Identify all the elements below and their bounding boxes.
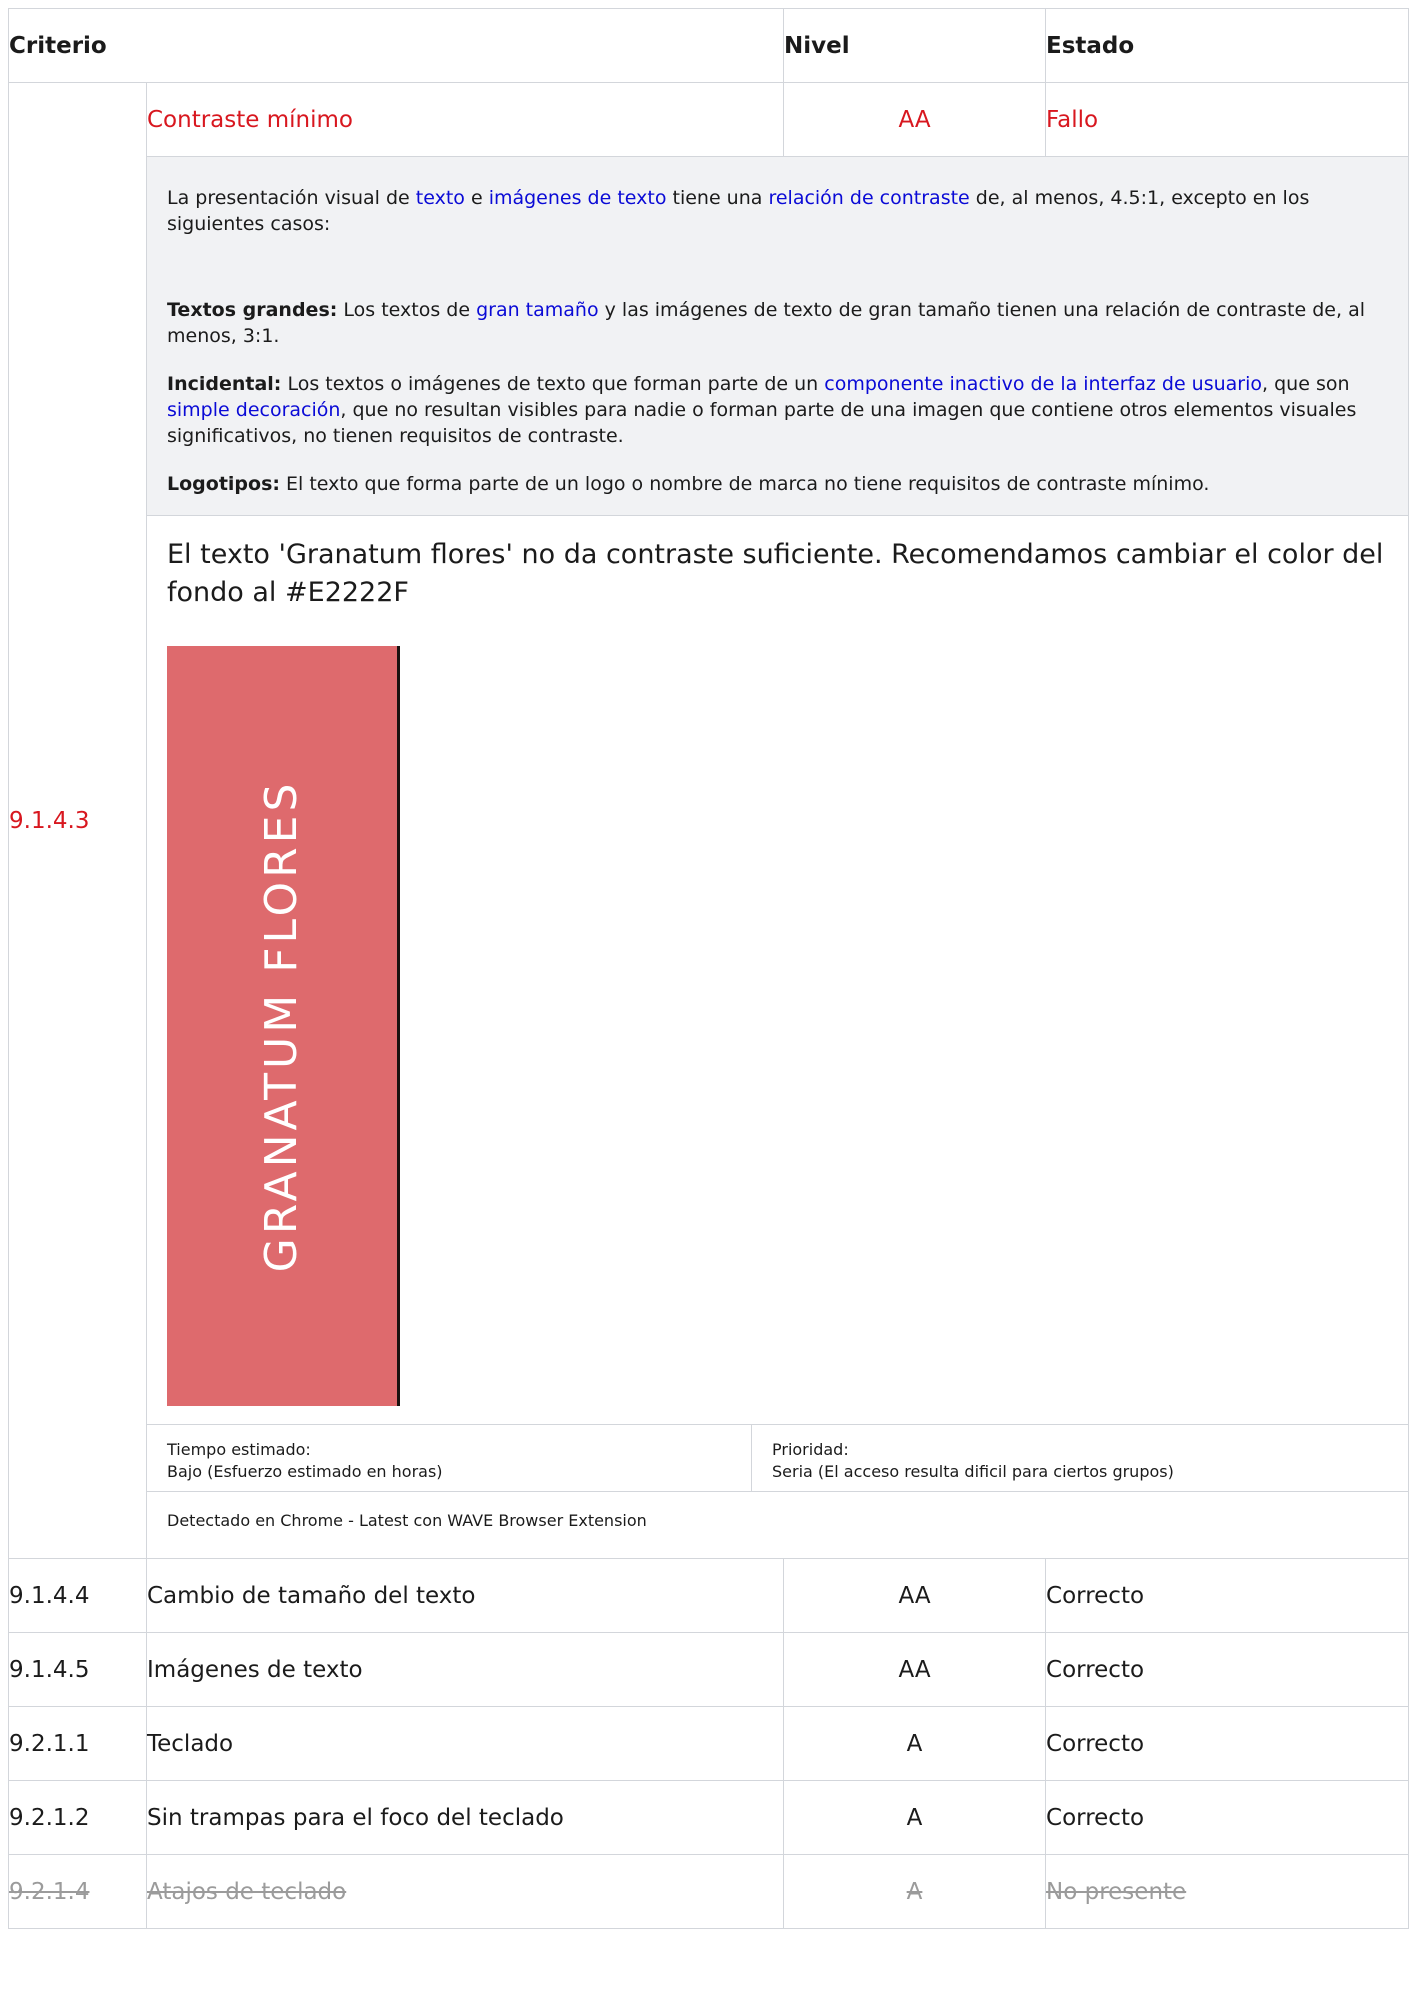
- priority-value: Seria (El acceso resulta dificil para ci…: [772, 1462, 1174, 1481]
- link-gran-tamano[interactable]: gran tamaño: [476, 299, 599, 321]
- estimated-time-value: Bajo (Esfuerzo estimado en horas): [167, 1462, 443, 1481]
- priority: Prioridad: Seria (El acceso resulta difi…: [752, 1425, 1408, 1491]
- desc-text: tiene una: [666, 187, 769, 209]
- criterion-level: A: [783, 1854, 1047, 1929]
- contrast-sample-image: GRANATUM FLORES: [167, 646, 400, 1406]
- finding-message: El texto 'Granatum flores' no da contras…: [167, 539, 1384, 608]
- criterion-name: Cambio de tamaño del texto: [145, 1558, 785, 1633]
- table-header-row: Criterio Nivel Estado: [7, 8, 1410, 83]
- criterion-code: 9.2.1.1: [8, 1706, 147, 1781]
- criteria-table: Criterio Nivel Estado 9.1.4.3 Contraste …: [7, 8, 1410, 1929]
- desc-label: Textos grandes:: [167, 299, 338, 321]
- finding-section: El texto 'Granatum flores' no da contras…: [147, 516, 1409, 1425]
- description-intro: La presentación visual de texto e imágen…: [167, 185, 1388, 237]
- table-row-failing[interactable]: 9.1.4.3 Contraste mínimo AA Fallo: [8, 82, 1410, 1559]
- desc-text: , que no resultan visibles para nadie o …: [167, 399, 1357, 447]
- criterion-code: 9.1.4.5: [8, 1632, 147, 1707]
- estimated-time-label: Tiempo estimado:: [167, 1440, 311, 1459]
- criterion-name: Sin trampas para el foco del teclado: [145, 1780, 785, 1855]
- criterion-state: Correcto: [1045, 1780, 1410, 1855]
- desc-label: Logotipos:: [167, 473, 280, 495]
- criterion-level: AA: [783, 1632, 1047, 1707]
- desc-text: Los textos de: [337, 299, 477, 321]
- failure-detail-row: La presentación visual de texto e imágen…: [9, 156, 1410, 1559]
- criterion-state: Correcto: [1045, 1632, 1410, 1707]
- criterion-name: Teclado: [145, 1706, 785, 1781]
- criterion-state-fail: Fallo: [1045, 82, 1410, 157]
- table-row-not-present[interactable]: 9.2.1.4 Atajos de teclado A No presente: [8, 1854, 1410, 1929]
- criterion-code: 9.1.4.3: [8, 82, 147, 1559]
- link-relacion-de-contraste[interactable]: relación de contraste: [768, 187, 969, 209]
- criterion-code: 9.2.1.2: [8, 1780, 147, 1855]
- criterion-description: La presentación visual de texto e imágen…: [147, 157, 1409, 516]
- description-large-text: Textos grandes: Los textos de gran tamañ…: [167, 297, 1388, 349]
- criterion-level: A: [783, 1780, 1047, 1855]
- desc-text: La presentación visual de: [167, 187, 416, 209]
- detected-in: Detectado en Chrome - Latest con WAVE Br…: [167, 1511, 647, 1530]
- header-level: Nivel: [783, 8, 1047, 83]
- criterion-name: Atajos de teclado: [145, 1854, 785, 1929]
- failure-detail-panel: La presentación visual de texto e imágen…: [145, 156, 1410, 1559]
- criterion-code: 9.1.4.4: [8, 1558, 147, 1633]
- header-state: Estado: [1045, 8, 1410, 83]
- criterion-state: Correcto: [1045, 1558, 1410, 1633]
- description-incidental: Incidental: Los textos o imágenes de tex…: [167, 371, 1388, 449]
- criterion-state: No presente: [1045, 1854, 1410, 1929]
- table-row[interactable]: 9.2.1.2 Sin trampas para el foco del tec…: [8, 1780, 1410, 1855]
- table-row[interactable]: 9.1.4.5 Imágenes de texto AA Correcto: [8, 1632, 1410, 1707]
- accessibility-report: Criterio Nivel Estado 9.1.4.3 Contraste …: [7, 8, 1410, 1929]
- criterion-name: Imágenes de texto: [145, 1632, 785, 1707]
- desc-text: Los textos o imágenes de texto que forma…: [281, 373, 825, 395]
- desc-text: , que son: [1262, 373, 1350, 395]
- table-row[interactable]: 9.1.4.4 Cambio de tamaño del texto AA Co…: [8, 1558, 1410, 1633]
- description-logos: Logotipos: El texto que forma parte de u…: [167, 471, 1388, 497]
- criterion-code: 9.2.1.4: [8, 1854, 147, 1929]
- criterion-level: AA: [783, 82, 1047, 157]
- estimated-time: Tiempo estimado: Bajo (Esfuerzo estimado…: [147, 1425, 752, 1491]
- link-imagenes-de-texto[interactable]: imágenes de texto: [489, 187, 667, 209]
- criterion-level: AA: [783, 1558, 1047, 1633]
- priority-label: Prioridad:: [772, 1440, 849, 1459]
- desc-text: e: [464, 187, 489, 209]
- link-texto[interactable]: texto: [416, 187, 465, 209]
- table-row[interactable]: 9.2.1.1 Teclado A Correcto: [8, 1706, 1410, 1781]
- criterion-state: Correcto: [1045, 1706, 1410, 1781]
- criterion-name: Contraste mínimo: [145, 82, 785, 157]
- finding-meta: Tiempo estimado: Bajo (Esfuerzo estimado…: [147, 1425, 1409, 1492]
- link-simple-decoracion[interactable]: simple decoración: [167, 399, 340, 421]
- desc-text: El texto que forma parte de un logo o no…: [279, 473, 1210, 495]
- header-criterion: Criterio: [7, 8, 785, 83]
- desc-label: Incidental:: [167, 373, 282, 395]
- criterion-level: A: [783, 1706, 1047, 1781]
- sample-text: GRANATUM FLORES: [256, 779, 307, 1273]
- link-componente-inactivo[interactable]: componente inactivo de la interfaz de us…: [824, 373, 1262, 395]
